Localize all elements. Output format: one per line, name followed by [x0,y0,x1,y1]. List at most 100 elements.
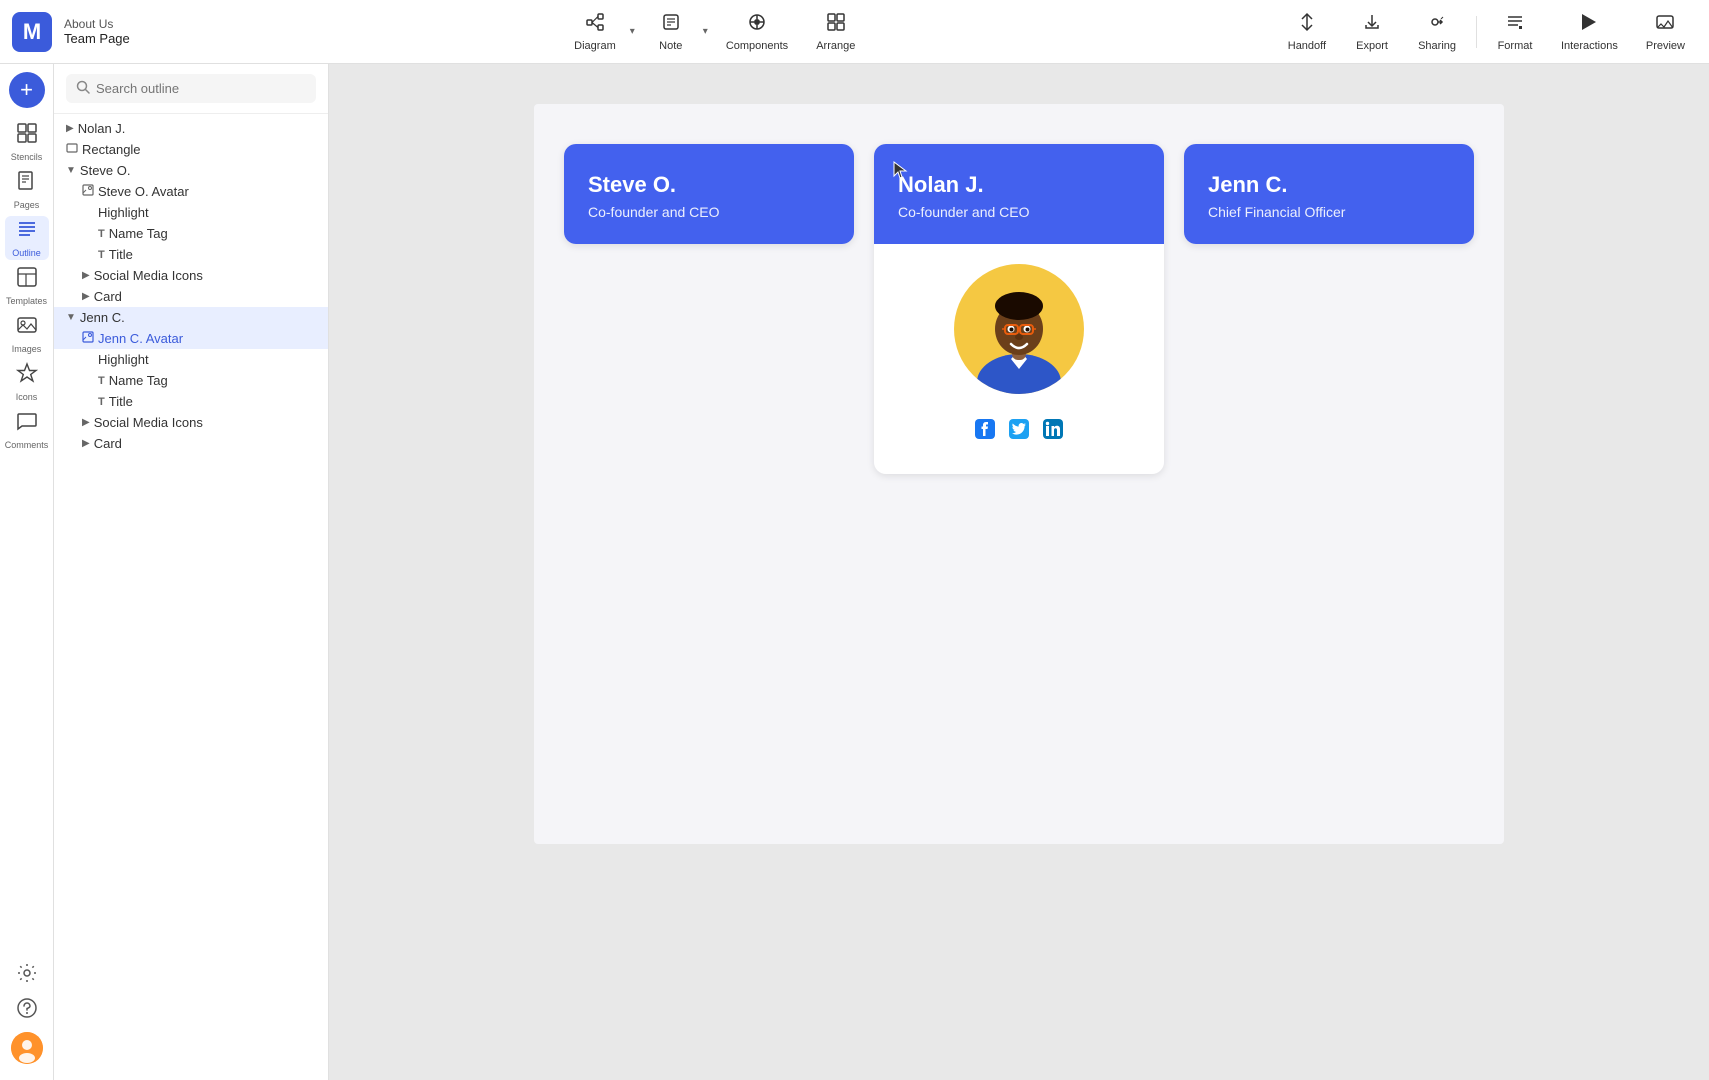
main-layout: + Stencils Pages [0,64,1709,1080]
steve-label: Steve O. [80,163,131,178]
templates-label: Templates [6,296,47,306]
components-icon [747,12,767,37]
card-steve-title: Co-founder and CEO [588,204,830,220]
diagram-icon [585,12,605,37]
interactions-icon [1579,12,1599,37]
format-button[interactable]: Format [1485,6,1545,58]
card-steve-name: Steve O. [588,172,830,198]
pages-label: Pages [14,200,40,210]
jenn-nametag-label: Name Tag [109,373,168,388]
facebook-icon[interactable] [974,418,996,446]
card-nolan-title: Co-founder and CEO [898,204,1140,220]
outline-label: Outline [12,248,41,258]
card-steve[interactable]: Steve O. Co-founder and CEO [564,144,854,244]
sidebar-item-images[interactable]: Images [5,312,49,356]
tree-item-steve-highlight[interactable]: Highlight [54,202,328,223]
add-button[interactable]: + [9,72,45,108]
app-logo[interactable]: M [12,12,52,52]
steve-card-label: Card [94,289,122,304]
sidebar-item-pages[interactable]: Pages [5,168,49,212]
left-sidebar: + Stencils Pages [0,64,54,1080]
rectangle-label: Rectangle [82,142,141,157]
jenn-title-icon: T [98,396,105,408]
icons-sidebar-icon [16,362,38,390]
sidebar-item-icons[interactable]: Icons [5,360,49,404]
card-nolan-social [974,410,1064,454]
handoff-label: Handoff [1288,40,1326,52]
note-icon [661,12,681,37]
steve-avatar-label: Steve O. Avatar [98,184,189,199]
steve-social-chevron: ▶ [82,270,90,281]
linkedin-icon[interactable] [1042,418,1064,446]
tree-item-jenn-highlight[interactable]: Highlight [54,349,328,370]
arrange-icon [826,12,846,37]
note-button[interactable]: Note [641,6,701,58]
settings-button[interactable] [16,962,38,989]
tree-item-steve-title[interactable]: T Title [54,244,328,265]
tree-item-steve[interactable]: ▼ Steve O. [54,160,328,181]
components-button[interactable]: Components [714,6,800,58]
breadcrumb-bottom: Team Page [64,31,130,46]
arrange-button[interactable]: Arrange [804,6,867,58]
jenn-card-chevron: ▶ [82,438,90,449]
templates-icon [16,266,38,294]
sharing-button[interactable]: Sharing [1406,6,1468,58]
tree-item-rectangle[interactable]: Rectangle [54,139,328,160]
twitter-icon[interactable] [1008,418,1030,446]
help-button[interactable] [16,997,38,1024]
nolan-label: Nolan J. [78,121,126,136]
sidebar-item-comments[interactable]: Comments [5,408,49,452]
tree-item-jenn-card[interactable]: ▶ Card [54,433,328,454]
nolan-chevron: ▶ [66,123,74,134]
tree-item-jenn-nametag[interactable]: T Name Tag [54,370,328,391]
preview-label: Preview [1646,40,1685,52]
preview-button[interactable]: Preview [1634,6,1697,58]
search-icon [76,80,90,97]
diagram-tool-group: Diagram ▾ [562,6,637,58]
stencils-label: Stencils [11,152,43,162]
card-nolan-body [874,244,1164,474]
comments-label: Comments [5,440,49,450]
outline-panel: ▶ Nolan J. Rectangle ▼ Steve O. Stev [54,64,329,1080]
steve-social-label: Social Media Icons [94,268,203,283]
diagram-label: Diagram [574,40,616,52]
tree-item-steve-avatar[interactable]: Steve O. Avatar [54,181,328,202]
tree-item-jenn-title[interactable]: T Title [54,391,328,412]
export-label: Export [1356,40,1388,52]
design-canvas: Steve O. Co-founder and CEO Nolan J. Co-… [534,104,1504,844]
tree-item-jenn-avatar[interactable]: Jenn C. Avatar [54,328,328,349]
breadcrumb-top: About Us [64,17,130,31]
sharing-icon [1427,12,1447,37]
jenn-social-chevron: ▶ [82,417,90,428]
sidebar-item-outline[interactable]: Outline [5,216,49,260]
tree-item-steve-nametag[interactable]: T Name Tag [54,223,328,244]
note-chevron[interactable]: ▾ [701,26,710,37]
tree-item-nolan[interactable]: ▶ Nolan J. [54,118,328,139]
sidebar-item-stencils[interactable]: Stencils [5,120,49,164]
sidebar-item-templates[interactable]: Templates [5,264,49,308]
jenn-highlight-label: Highlight [98,352,149,367]
sidebar-bottom [11,954,43,1072]
pages-icon [16,170,38,198]
canvas-area[interactable]: Steve O. Co-founder and CEO Nolan J. Co-… [329,64,1709,1080]
tree-item-steve-social[interactable]: ▶ Social Media Icons [54,265,328,286]
interactions-button[interactable]: Interactions [1549,6,1630,58]
diagram-button[interactable]: Diagram [562,6,628,58]
tree-item-steve-card[interactable]: ▶ Card [54,286,328,307]
diagram-chevron[interactable]: ▾ [628,26,637,37]
steve-title-icon: T [98,249,105,261]
handoff-button[interactable]: Handoff [1276,6,1338,58]
card-jenn[interactable]: Jenn C. Chief Financial Officer [1184,144,1474,244]
tree-item-jenn-social[interactable]: ▶ Social Media Icons [54,412,328,433]
card-nolan[interactable]: Nolan J. Co-founder and CEO [874,144,1164,474]
search-input[interactable] [96,81,306,96]
components-label: Components [726,40,788,52]
user-avatar[interactable] [11,1032,43,1064]
interactions-label: Interactions [1561,40,1618,52]
export-button[interactable]: Export [1342,6,1402,58]
jenn-nametag-icon: T [98,375,105,387]
tree-item-jenn[interactable]: ▼ Jenn C. [54,307,328,328]
card-jenn-header: Jenn C. Chief Financial Officer [1184,144,1474,244]
images-icon [16,314,38,342]
sharing-label: Sharing [1418,40,1456,52]
